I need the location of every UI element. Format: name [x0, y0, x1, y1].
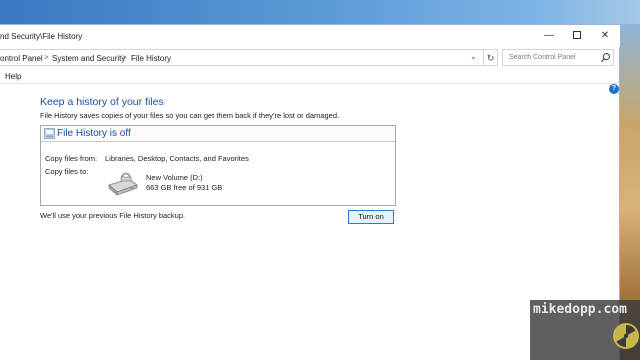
page-description: File History saves copies of your files … [40, 111, 340, 120]
file-history-icon [44, 128, 55, 139]
search-input[interactable]: Search Control Panel [502, 49, 614, 66]
maximize-button[interactable] [566, 29, 588, 43]
help-icon[interactable]: ? [609, 84, 619, 94]
breadcrumb-control-panel[interactable]: ontrol Panel [0, 54, 43, 63]
breadcrumb-system-security[interactable]: System and Security [52, 54, 125, 63]
status-header: File History is off [41, 126, 395, 142]
window-title: nd Security\File History [0, 32, 83, 41]
status-title: File History is off [57, 128, 131, 139]
address-row: ontrol Panel > System and Security > Fil… [0, 49, 620, 67]
refresh-icon: ↻ [486, 53, 495, 63]
watermark: mikedopp.com [530, 300, 640, 360]
copy-from-value: Libraries, Desktop, Contacts, and Favori… [105, 154, 249, 163]
copy-from-label: Copy files from: [45, 154, 98, 163]
file-history-status-panel: File History is off Copy files from: Lib… [40, 125, 396, 206]
desktop-wallpaper-top [0, 0, 640, 24]
search-icon[interactable] [600, 52, 611, 63]
breadcrumb-separator: > [122, 53, 127, 62]
menu-help[interactable]: Help [5, 72, 21, 81]
minimize-button[interactable]: — [538, 29, 560, 43]
external-drive-icon [108, 172, 138, 196]
file-history-window: nd Security\File History — ✕ ontrol Pane… [0, 24, 620, 360]
search-placeholder: Search Control Panel [509, 54, 576, 61]
title-bar[interactable]: nd Security\File History — ✕ [0, 25, 620, 47]
page-title: Keep a history of your files [40, 96, 164, 108]
radiation-icon [613, 323, 639, 349]
copy-to-label: Copy files to: [45, 167, 89, 176]
address-bar[interactable]: ontrol Panel > System and Security > Fil… [0, 49, 484, 66]
previous-backup-note: We'll use your previous File History bac… [40, 211, 186, 220]
refresh-button[interactable]: ↻ [484, 49, 498, 66]
drive-free-space: 663 GB free of 931 GB [146, 183, 223, 192]
menu-bar: Help [0, 70, 620, 84]
drive-name: New Volume (D:) [146, 173, 203, 182]
minimize-icon: — [544, 30, 554, 41]
watermark-text: mikedopp.com [533, 302, 627, 317]
close-button[interactable]: ✕ [594, 29, 616, 43]
chevron-down-icon[interactable]: ⌄ [470, 52, 477, 61]
close-icon: ✕ [600, 30, 610, 41]
turn-on-button[interactable]: Turn on [348, 210, 394, 224]
breadcrumb-separator: > [44, 53, 49, 62]
maximize-icon [573, 31, 581, 40]
breadcrumb-file-history[interactable]: File History [131, 54, 171, 63]
